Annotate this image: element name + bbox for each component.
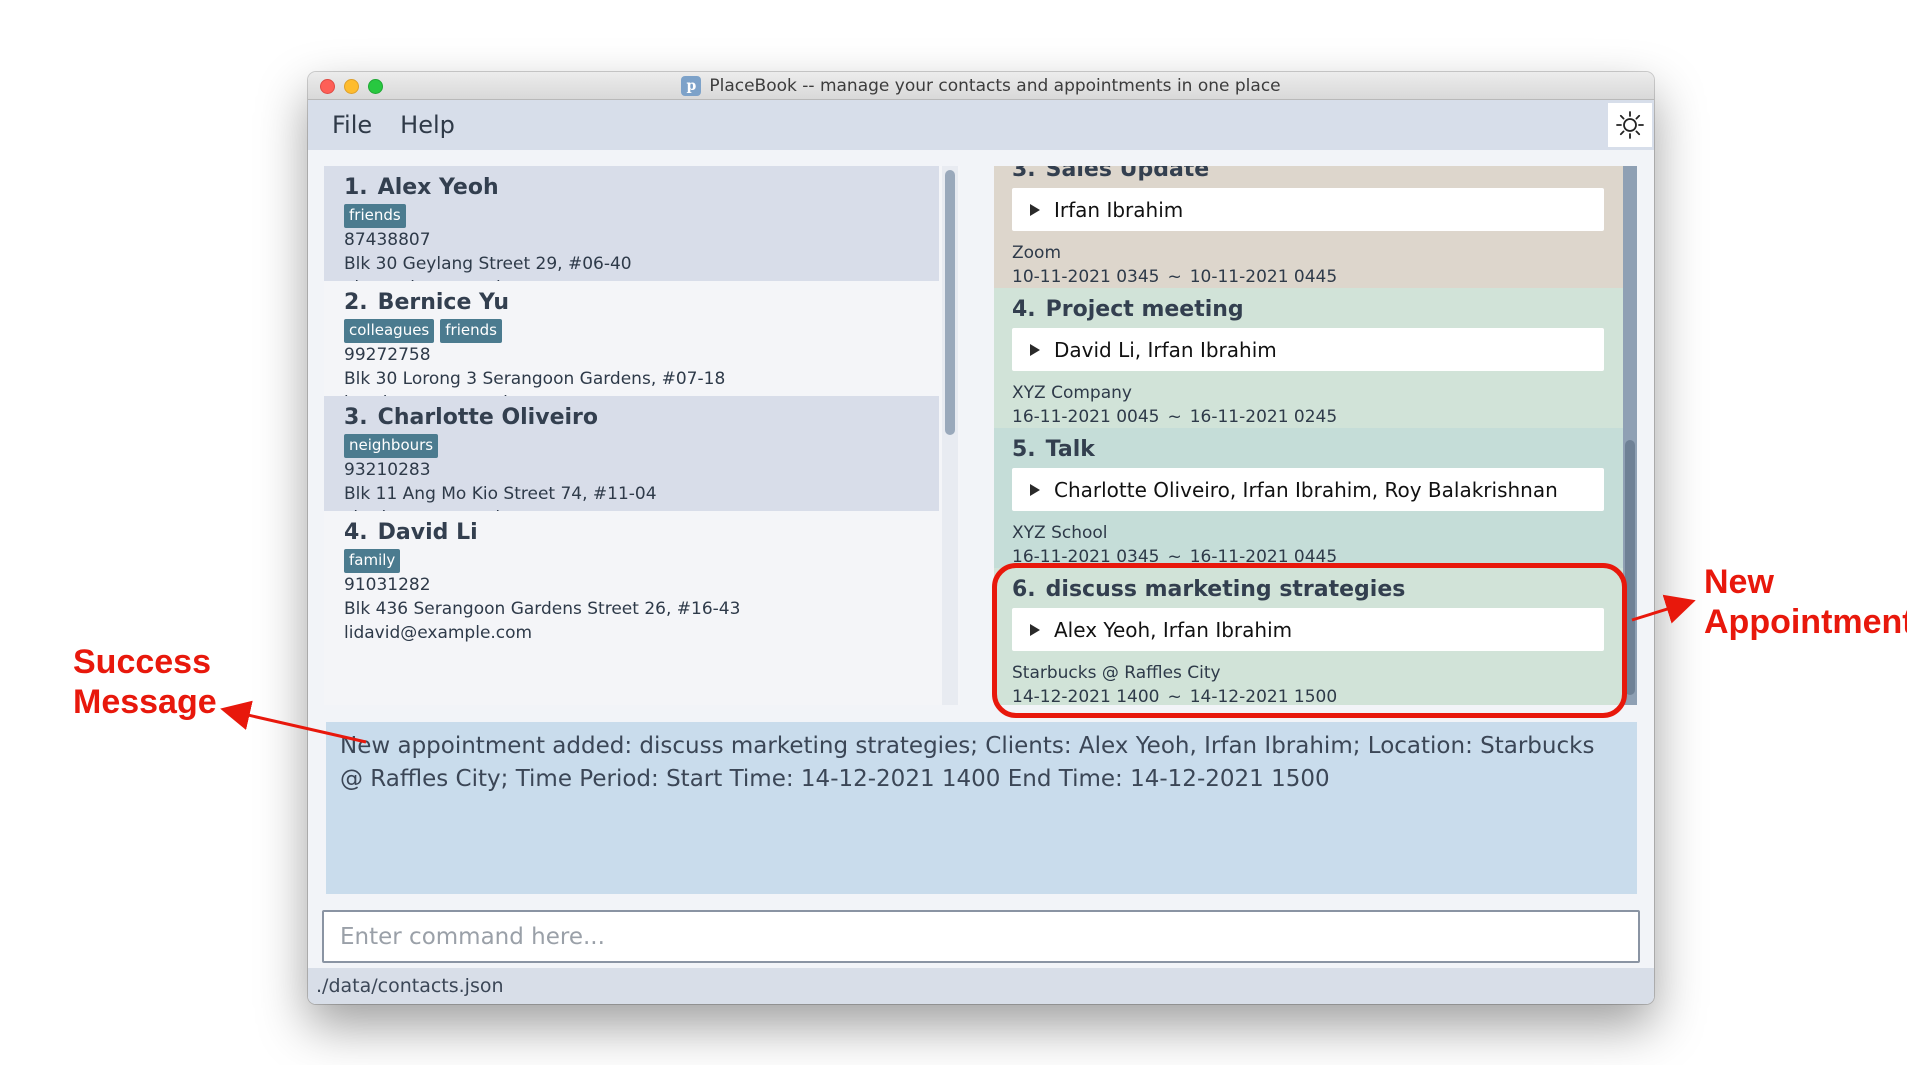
appointment-time: 16-11-2021 0045 ~16-11-2021 0245 [1012, 407, 1338, 427]
appointment-index: 3. [1012, 166, 1036, 182]
sun-icon [1616, 111, 1644, 139]
menu-file[interactable]: File [332, 111, 372, 139]
appointment-description: Sales Update [1045, 166, 1210, 182]
person-name: Alex Yeoh [377, 175, 499, 200]
person-phone: 99272758 [344, 345, 431, 365]
person-phone: 87438807 [344, 230, 431, 250]
clients-dropdown[interactable]: Irfan Ibrahim [1012, 188, 1604, 231]
appointment-clients: David Li, Irfan Ibrahim [1054, 337, 1277, 362]
appointment-location: XYZ Company [1012, 383, 1132, 403]
menu-bar: File Help [308, 100, 1654, 150]
person-name: Bernice Yu [377, 290, 510, 315]
tag-list: family [344, 549, 919, 573]
command-input[interactable] [322, 910, 1640, 963]
tag: friends [344, 204, 406, 228]
appointment-clients: Charlotte Oliveiro, Irfan Ibrahim, Roy B… [1054, 477, 1558, 502]
tag: friends [440, 319, 502, 343]
appointment-index: 4. [1012, 297, 1036, 322]
scrollbar-thumb[interactable] [945, 170, 955, 435]
window-title: PlaceBook -- manage your contacts and ap… [709, 76, 1281, 96]
title-bar: p PlaceBook -- manage your contacts and … [308, 72, 1654, 100]
person-card[interactable]: 4. David Li family 91031282 Blk 436 Seran… [324, 511, 939, 651]
tag: family [344, 549, 401, 573]
person-name: Charlotte Oliveiro [377, 405, 598, 430]
triangle-right-icon [1030, 203, 1040, 216]
person-address: Blk 30 Lorong 3 Serangoon Gardens, #07-1… [344, 369, 726, 389]
person-address: Blk 436 Serangoon Gardens Street 26, #16… [344, 599, 741, 619]
clients-dropdown[interactable]: David Li, Irfan Ibrahim [1012, 328, 1604, 371]
tag: colleagues [344, 319, 435, 343]
appointment-card[interactable]: 3. Sales Update Irfan Ibrahim Zoom 10-11-… [994, 166, 1623, 288]
person-address: Blk 11 Ang Mo Kio Street 74, #11-04 [344, 484, 657, 504]
appointment-card[interactable]: 4. Project meeting David Li, Irfan Ibrahi… [994, 288, 1623, 428]
person-index: 2. [344, 290, 368, 315]
person-phone: 93210283 [344, 460, 431, 480]
person-email: lidavid@example.com [344, 623, 533, 643]
person-index: 1. [344, 175, 368, 200]
person-index: 4. [344, 520, 368, 545]
status-bar: ./data/contacts.json [308, 968, 1654, 1004]
appointment-description: Project meeting [1045, 297, 1244, 322]
appointment-location: Zoom [1012, 243, 1062, 263]
person-index: 3. [344, 405, 368, 430]
appointment-card[interactable]: 5. Talk Charlotte Oliveiro, Irfan Ibrahim… [994, 428, 1623, 568]
person-list[interactable]: 1. Alex Yeoh friends 87438807 Blk 30 Geyl… [324, 166, 960, 705]
new-appointment-highlight [992, 563, 1627, 718]
person-list-scrollbar[interactable] [942, 166, 958, 705]
app-window: p PlaceBook -- manage your contacts and … [308, 72, 1654, 1004]
appointment-location: XYZ School [1012, 523, 1108, 543]
appointment-index: 5. [1012, 437, 1036, 462]
tag: neighbours [344, 434, 439, 458]
menu-help[interactable]: Help [400, 111, 455, 139]
app-icon: p [681, 76, 702, 96]
clients-dropdown[interactable]: Charlotte Oliveiro, Irfan Ibrahim, Roy B… [1012, 468, 1604, 511]
triangle-right-icon [1030, 343, 1040, 356]
triangle-right-icon [1030, 483, 1040, 496]
result-display: New appointment added: discuss marketing… [326, 722, 1637, 894]
person-name: David Li [377, 520, 478, 545]
appointment-time: 10-11-2021 0345 ~10-11-2021 0445 [1012, 267, 1338, 287]
new-appointment-annotation: New Appointment [1704, 563, 1907, 641]
success-message-annotation: Success Message [73, 643, 217, 721]
tag-list: neighbours [344, 434, 919, 458]
tag-list: friends [344, 204, 919, 228]
person-phone: 91031282 [344, 575, 431, 595]
appointment-description: Talk [1045, 437, 1095, 462]
person-address: Blk 30 Geylang Street 29, #06-40 [344, 254, 632, 274]
theme-toggle-button[interactable] [1608, 103, 1652, 147]
appointment-clients: Irfan Ibrahim [1054, 197, 1184, 222]
tag-list: colleagues friends [344, 319, 919, 343]
